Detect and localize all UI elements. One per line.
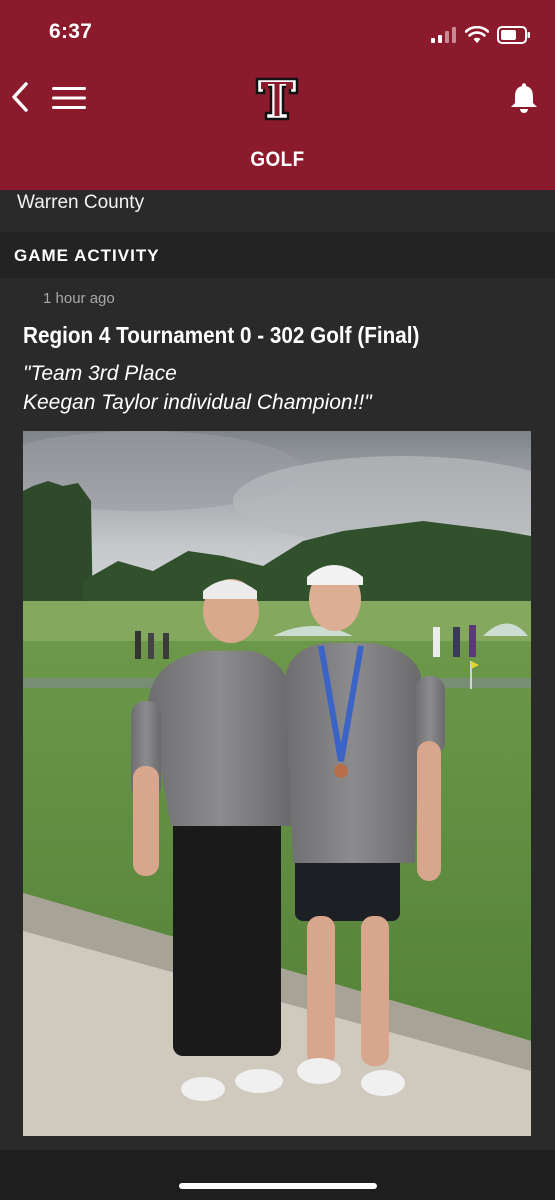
app-screen: 6:37 GOLF Warren County GAME ACTIVITY 1 … — [0, 0, 555, 1200]
status-time: 6:37 — [49, 20, 93, 43]
battery-icon — [497, 26, 530, 44]
footer-bar — [0, 1150, 555, 1200]
activity-card[interactable]: 1 hour ago Region 4 Tournament 0 - 302 G… — [0, 278, 555, 1150]
school-logo — [255, 77, 299, 121]
previous-card[interactable]: Warren County — [0, 190, 555, 232]
page-title: GOLF — [250, 148, 305, 171]
game-title: Region 4 Tournament 0 - 302 Golf (Final) — [23, 322, 420, 348]
section-title: GAME ACTIVITY — [14, 246, 160, 265]
previous-card-text: Warren County — [17, 192, 145, 213]
app-header: 6:37 GOLF — [0, 0, 555, 190]
hamburger-menu-icon[interactable] — [50, 85, 88, 111]
post-photo[interactable] — [23, 431, 531, 1136]
home-indicator[interactable] — [179, 1183, 377, 1189]
wifi-icon — [465, 26, 489, 43]
chevron-left-icon[interactable] — [8, 80, 32, 114]
bell-icon[interactable] — [509, 82, 539, 114]
post-timestamp: 1 hour ago — [43, 290, 115, 307]
post-quote-line-2: Keegan Taylor individual Champion!!" — [23, 391, 372, 414]
status-icons — [431, 24, 531, 46]
cellular-signal-icon — [431, 27, 456, 43]
post-quote-line-1: "Team 3rd Place — [23, 362, 177, 385]
